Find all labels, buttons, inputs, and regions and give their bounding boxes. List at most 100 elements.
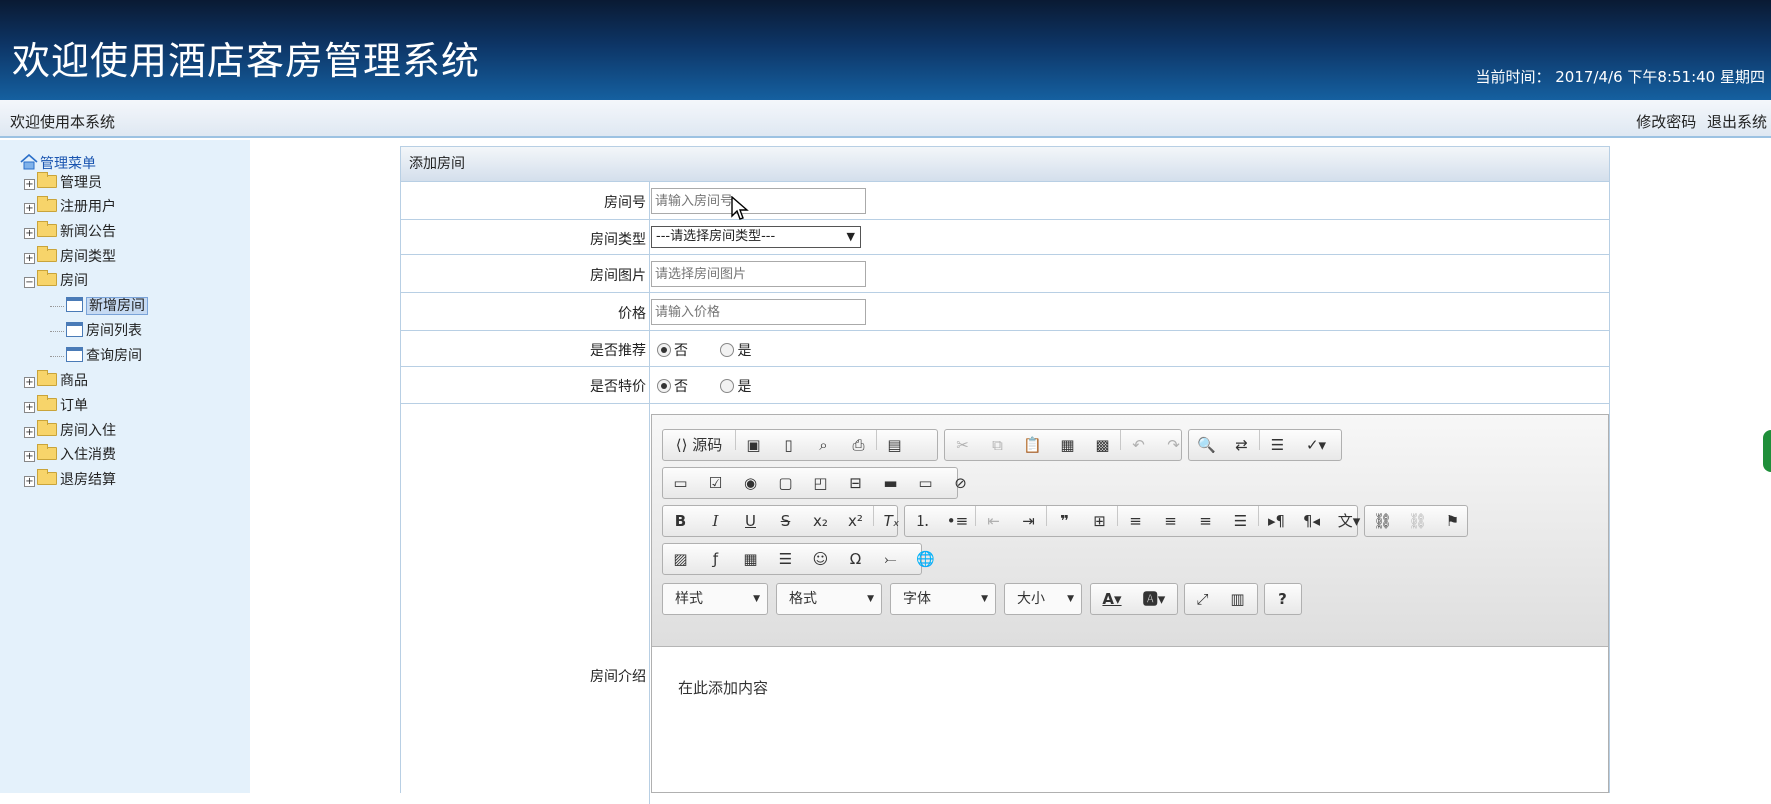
underline-button[interactable]: U <box>733 506 768 536</box>
special-char-button[interactable]: Ω <box>838 544 873 574</box>
preview-button[interactable]: ⌕ <box>806 430 841 460</box>
checkbox-button[interactable]: ☑ <box>698 468 733 498</box>
radio-button[interactable] <box>720 379 735 393</box>
iframe-button[interactable]: 🌐 <box>908 544 943 574</box>
floating-edge-widget[interactable] <box>1763 430 1771 472</box>
room-type-select[interactable]: ---请选择房间类型--- ▼ <box>651 226 861 248</box>
sidebar-item-orders[interactable]: + 订单 <box>24 394 88 418</box>
expand-icon[interactable]: + <box>24 451 35 462</box>
sidebar-item-rooms[interactable]: − 房间 <box>24 269 88 293</box>
textarea-button[interactable]: ◰ <box>803 468 838 498</box>
room-image-input[interactable] <box>651 261 866 287</box>
cut-button[interactable]: ✂ <box>945 430 980 460</box>
recommend-option-no[interactable]: 否 <box>657 343 688 359</box>
special-option-no[interactable]: 否 <box>657 379 688 395</box>
sidebar-item-news[interactable]: + 新闻公告 <box>24 220 116 244</box>
expand-icon[interactable]: + <box>24 203 35 214</box>
editor-content[interactable]: 在此添加内容 <box>678 677 768 698</box>
price-input[interactable] <box>651 299 866 325</box>
expand-icon[interactable]: + <box>24 402 35 413</box>
special-option-yes[interactable]: 是 <box>720 379 751 395</box>
table-button[interactable]: ▦ <box>733 544 768 574</box>
expand-icon[interactable]: + <box>24 476 35 487</box>
radio-button[interactable] <box>657 379 671 393</box>
size-combo[interactable]: 大小 ▼ <box>1004 583 1082 615</box>
recommend-option-yes[interactable]: 是 <box>720 343 751 359</box>
select-all-button[interactable]: ☰ <box>1260 430 1295 460</box>
sidebar-item-checkin[interactable]: + 房间入住 <box>24 419 116 443</box>
unlink-button[interactable]: ⛓ <box>1400 506 1435 536</box>
sidebar-item-admin[interactable]: + 管理员 <box>24 171 102 195</box>
sidebar-item-consumption[interactable]: + 入住消费 <box>24 443 116 467</box>
blockquote-button[interactable]: ❞ <box>1047 506 1082 536</box>
sidebar-item-add-room[interactable]: 新增房间 <box>50 294 148 318</box>
replace-button[interactable]: ⇄ <box>1224 430 1259 460</box>
anchor-button[interactable]: ⚑ <box>1435 506 1470 536</box>
about-button[interactable]: ? <box>1265 584 1300 614</box>
expand-icon[interactable]: + <box>24 427 35 438</box>
bold-button[interactable]: B <box>663 506 698 536</box>
italic-button[interactable]: I <box>698 506 733 536</box>
paste-text-button[interactable]: ▦ <box>1050 430 1085 460</box>
image-button[interactable]: ▨ <box>663 544 698 574</box>
ltr-button[interactable]: ▸¶ <box>1259 506 1294 536</box>
source-button[interactable]: ⟨⟩ 源码 <box>663 430 735 460</box>
numbered-list-button[interactable]: ⒈ <box>905 506 940 536</box>
align-center-button[interactable]: ≡ <box>1153 506 1188 536</box>
indent-button[interactable]: ⇥ <box>1011 506 1046 536</box>
sidebar-item-goods[interactable]: + 商品 <box>24 369 88 393</box>
sidebar-item-search-room[interactable]: 查询房间 <box>50 344 142 368</box>
radio-button[interactable] <box>720 343 735 357</box>
radio-tool-button[interactable]: ◉ <box>733 468 768 498</box>
undo-button[interactable]: ↶ <box>1121 430 1156 460</box>
copy-button[interactable]: ⧉ <box>980 430 1015 460</box>
page-break-button[interactable]: ⤚ <box>873 544 908 574</box>
align-right-button[interactable]: ≡ <box>1188 506 1223 536</box>
collapse-icon[interactable]: − <box>24 277 35 288</box>
language-button[interactable]: 文▾ <box>1329 506 1369 536</box>
paste-button[interactable]: 📋 <box>1015 430 1050 460</box>
sidebar-item-room-types[interactable]: + 房间类型 <box>24 245 116 269</box>
text-color-button[interactable]: A▾ <box>1091 584 1133 614</box>
align-left-button[interactable]: ≡ <box>1118 506 1153 536</box>
spellcheck-button[interactable]: ✓▾ <box>1295 430 1337 460</box>
templates-button[interactable]: ▤ <box>877 430 912 460</box>
font-combo[interactable]: 字体 ▼ <box>890 583 996 615</box>
find-button[interactable]: 🔍 <box>1189 430 1224 460</box>
redo-button[interactable]: ↷ <box>1156 430 1191 460</box>
flash-button[interactable]: ƒ <box>698 544 733 574</box>
form-button[interactable]: ▭ <box>663 468 698 498</box>
expand-icon[interactable]: + <box>24 228 35 239</box>
strike-button[interactable]: S <box>768 506 803 536</box>
room-no-input[interactable] <box>651 188 866 214</box>
div-button[interactable]: ⊞ <box>1082 506 1117 536</box>
textfield-button[interactable]: ▢ <box>768 468 803 498</box>
new-page-button[interactable]: ▯ <box>771 430 806 460</box>
expand-icon[interactable]: + <box>24 377 35 388</box>
sidebar-item-checkout[interactable]: + 退房结算 <box>24 468 116 492</box>
bg-color-button[interactable]: 🅰▾ <box>1133 584 1175 614</box>
subscript-button[interactable]: x₂ <box>803 506 838 536</box>
logout-link[interactable]: 退出系统 <box>1707 113 1767 131</box>
sidebar-item-room-list[interactable]: 房间列表 <box>50 319 142 343</box>
justify-button[interactable]: ☰ <box>1223 506 1258 536</box>
radio-button[interactable] <box>657 343 671 357</box>
save-button[interactable]: ▣ <box>736 430 771 460</box>
horizontal-rule-button[interactable]: ☰ <box>768 544 803 574</box>
superscript-button[interactable]: x² <box>838 506 873 536</box>
sidebar-item-users[interactable]: + 注册用户 <box>24 195 116 219</box>
hidden-field-button[interactable]: ⊘ <box>943 468 978 498</box>
show-blocks-button[interactable]: ▥ <box>1220 584 1255 614</box>
rtl-button[interactable]: ¶◂ <box>1294 506 1329 536</box>
bulleted-list-button[interactable]: •≡ <box>940 506 975 536</box>
link-button[interactable]: ⛓ <box>1365 506 1400 536</box>
select-tool-button[interactable]: ⊟ <box>838 468 873 498</box>
menu-root[interactable]: 管理菜单 <box>20 153 96 173</box>
expand-icon[interactable]: + <box>24 179 35 190</box>
style-combo[interactable]: 样式 ▼ <box>662 583 768 615</box>
outdent-button[interactable]: ⇤ <box>976 506 1011 536</box>
maximize-button[interactable]: ⤢ <box>1185 584 1220 614</box>
smiley-button[interactable]: ☺ <box>803 544 838 574</box>
format-combo[interactable]: 格式 ▼ <box>776 583 882 615</box>
change-password-link[interactable]: 修改密码 <box>1636 113 1696 131</box>
